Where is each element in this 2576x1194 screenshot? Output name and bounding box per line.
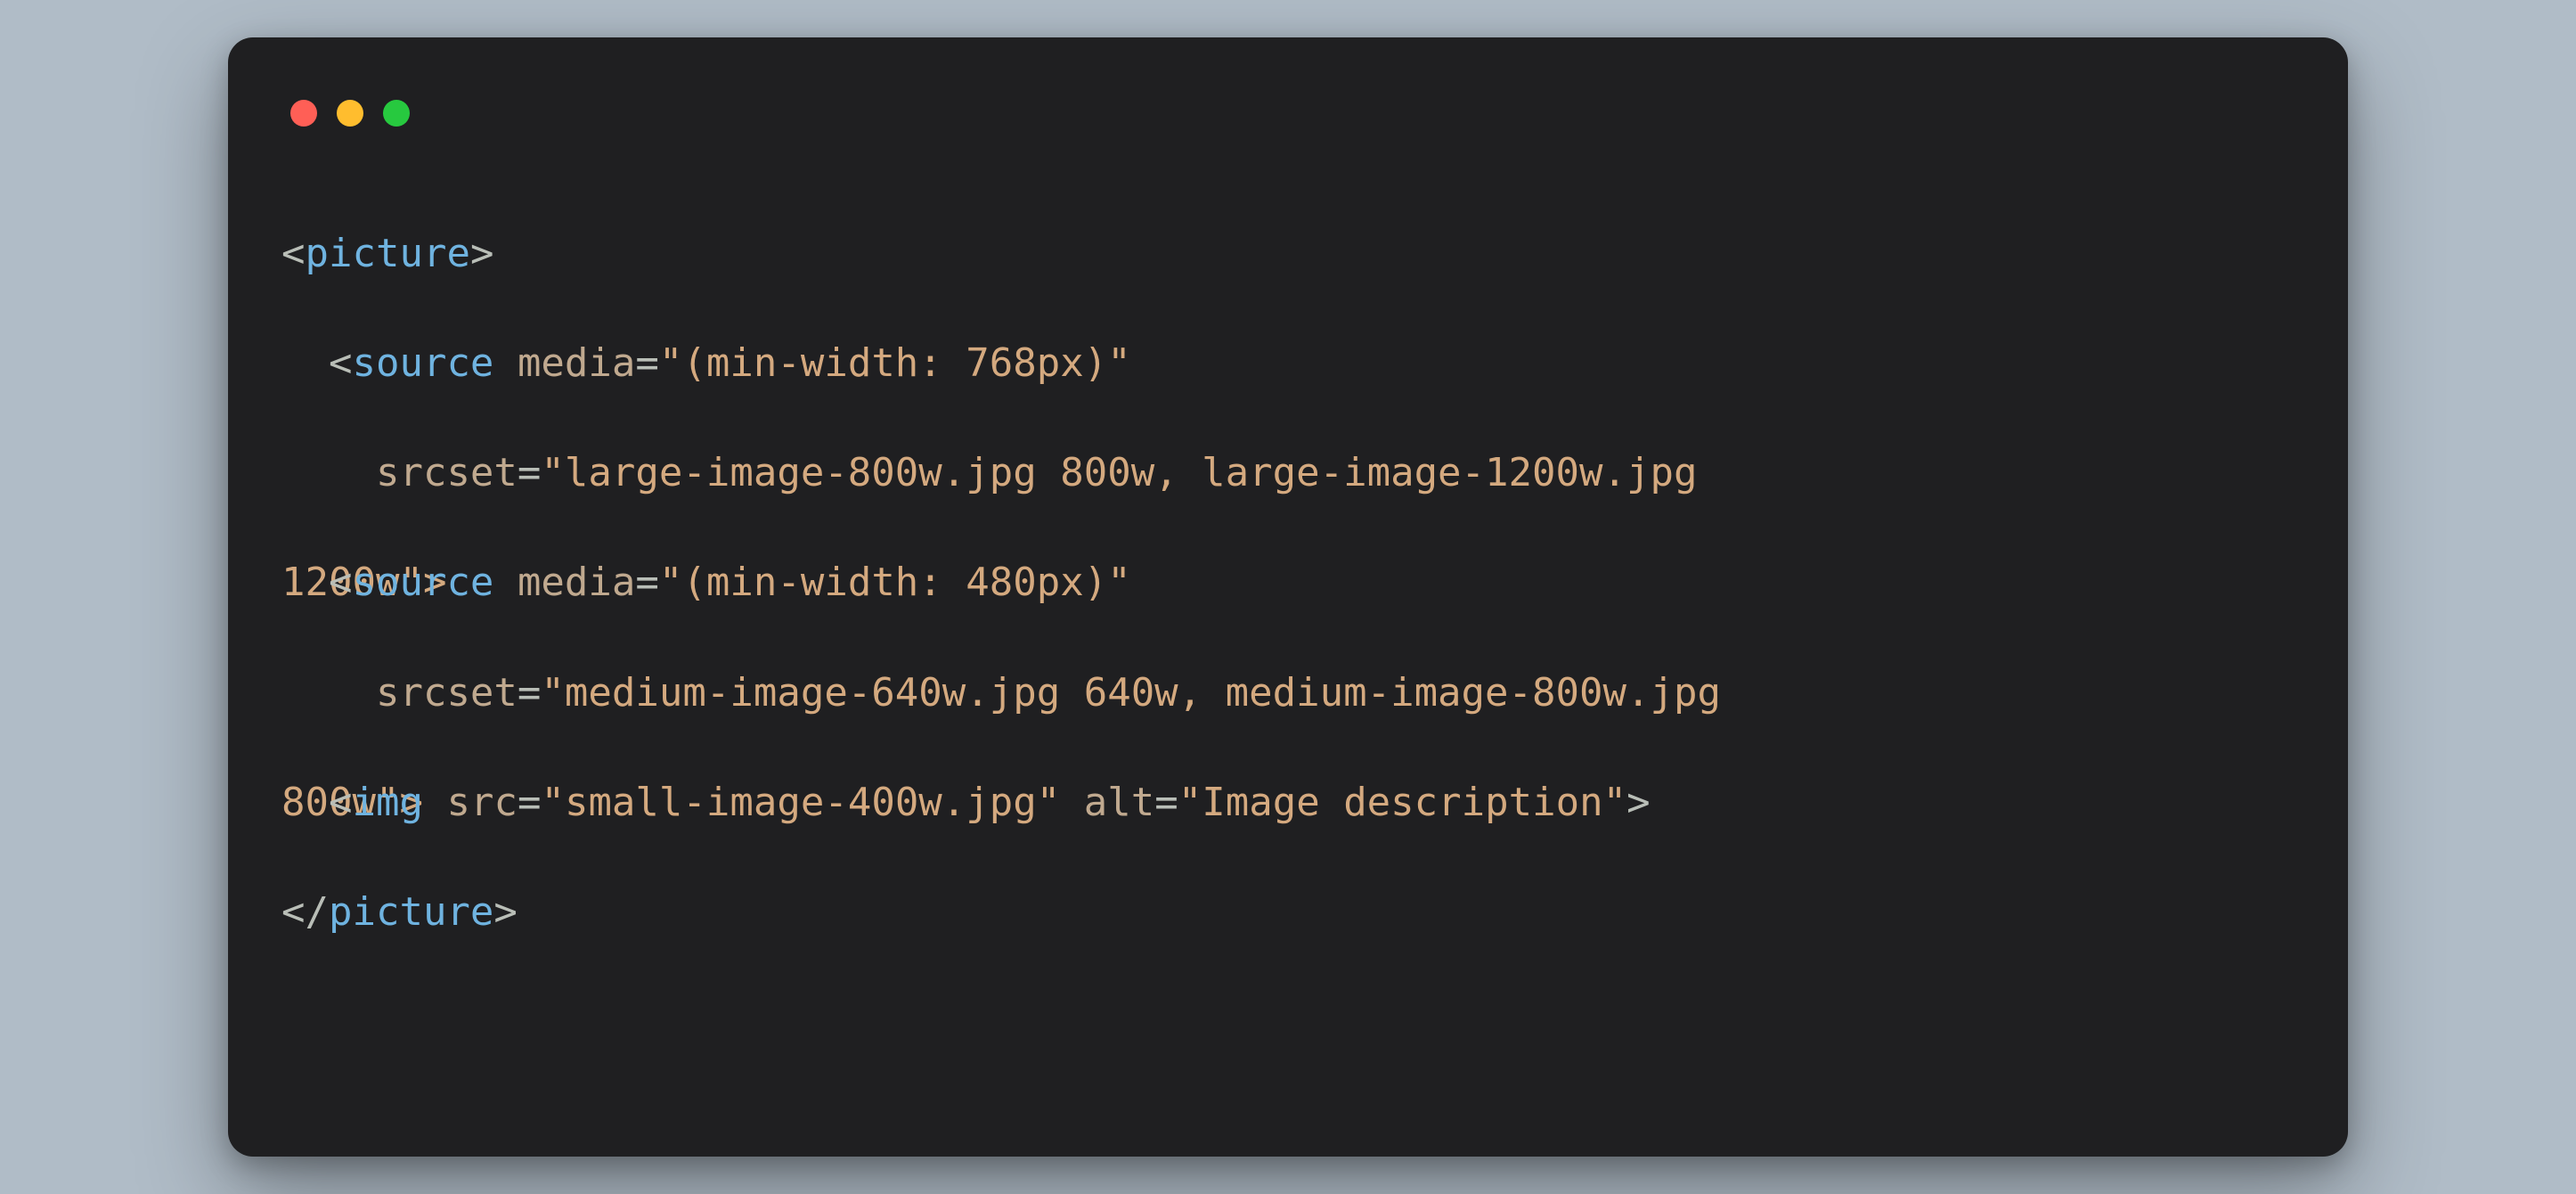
code-line-overlap: 1200w"> <source media="(min-width: 480px… xyxy=(281,555,2295,610)
close-icon[interactable] xyxy=(290,100,317,127)
next-element: <source media="(min-width: 480px)" xyxy=(281,555,1131,610)
code-line: <source media="(min-width: 768px)" xyxy=(281,336,2295,391)
code-line: srcset="medium-image-640w.jpg 640w, medi… xyxy=(281,666,2295,721)
code-line: </picture> xyxy=(281,885,2295,940)
minimize-icon[interactable] xyxy=(337,100,363,127)
traffic-lights xyxy=(281,91,2295,171)
code-window: <picture> <source media="(min-width: 768… xyxy=(228,37,2348,1157)
code-block: <picture> <source media="(min-width: 768… xyxy=(281,171,2295,1050)
code-line-overlap: 800w"> <img src="small-image-400w.jpg" a… xyxy=(281,775,2295,830)
code-line: <picture> xyxy=(281,226,2295,282)
next-element: <img src="small-image-400w.jpg" alt="Ima… xyxy=(281,775,1651,830)
code-line: srcset="large-image-800w.jpg 800w, large… xyxy=(281,446,2295,501)
maximize-icon[interactable] xyxy=(383,100,410,127)
